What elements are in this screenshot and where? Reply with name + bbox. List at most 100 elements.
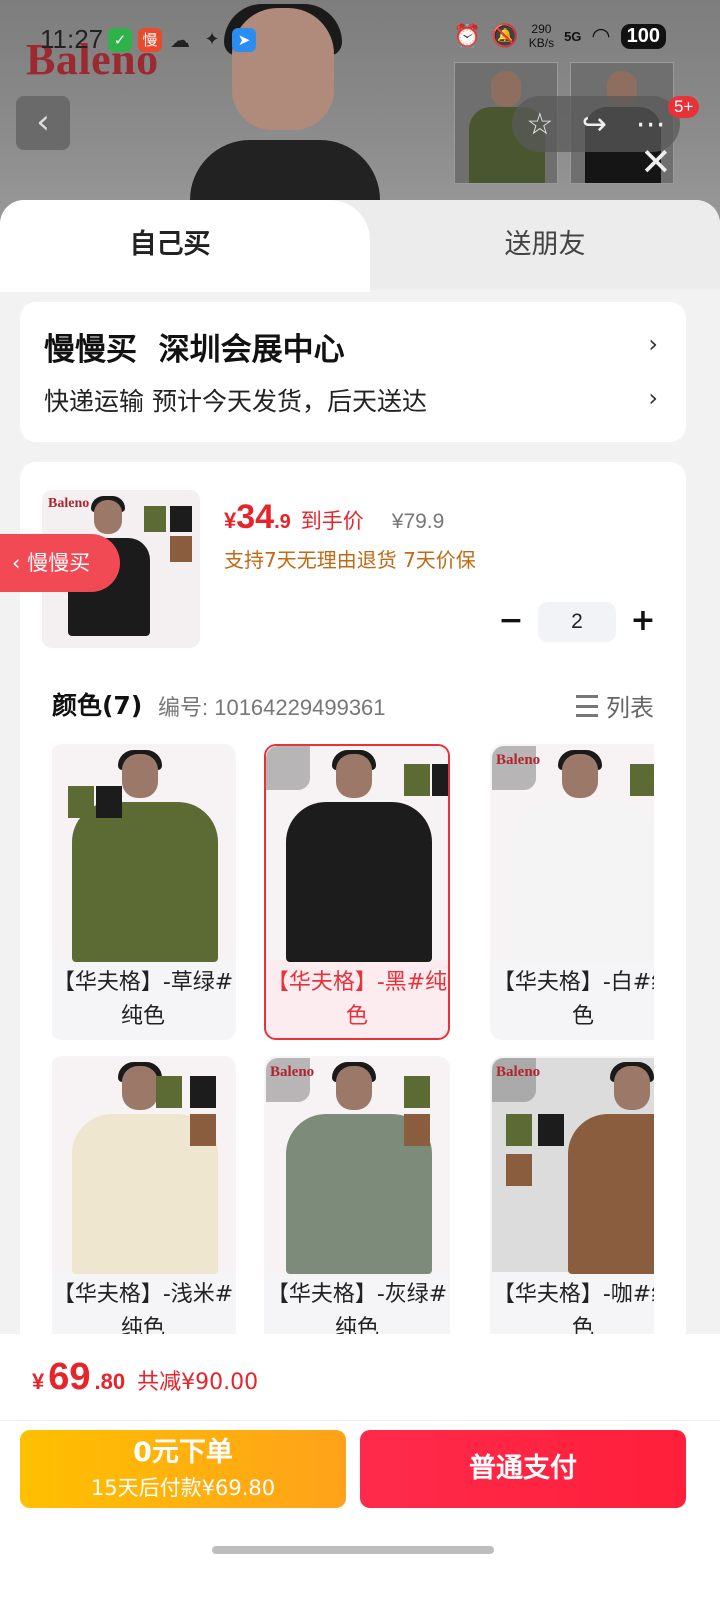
watermark: kimojidesu	[260, 474, 364, 499]
battery-indicator: 100	[620, 23, 666, 49]
checkout-bar: ¥69.80 共减¥90.00 0元下单 15天后付款¥69.80 普通支付	[0, 1334, 720, 1600]
mute-icon: 🔕	[491, 23, 519, 48]
zero-order-subtitle: 15天后付款¥69.80	[90, 1476, 276, 1500]
normal-pay-button[interactable]: 普通支付	[360, 1430, 686, 1508]
color-option-image	[52, 746, 234, 962]
option-brand-logo: Baleno	[496, 1064, 541, 1080]
chevron-right-icon[interactable]: ›	[648, 330, 658, 358]
total-saving: 共减¥90.00	[137, 1370, 259, 1395]
delivery-service: 慢慢买	[44, 332, 137, 368]
thumb-model-head	[491, 71, 521, 107]
tab-buy-for-self[interactable]: 自己买	[0, 200, 370, 292]
increase-button[interactable]: +	[628, 602, 658, 642]
total-price: ¥69.80 共减¥90.00	[32, 1356, 258, 1399]
color-option-image	[266, 746, 448, 962]
status-bar: 11:27 ✓ 慢 ☁ ✦ ➤ ⏰ 🔕 290 KB/s 5G ◠ 100	[0, 22, 720, 58]
close-icon[interactable]: ✕	[640, 140, 672, 184]
mini-swatch	[96, 786, 122, 818]
color-option-image: Baleno	[492, 1058, 654, 1274]
option-brand-logo: Baleno	[270, 1064, 315, 1080]
color-option-label: 【华夫格】-白#纯色	[492, 970, 654, 1029]
notification-badge: 5+	[668, 96, 700, 118]
chevron-left-icon: ‹	[12, 551, 21, 575]
color-options-grid: 【华夫格】-草绿#纯色 【华夫格】-黑#纯色 Baleno 【华夫格】-白# 色…	[52, 744, 654, 1344]
color-option[interactable]: Baleno 【华夫格】-白#纯色	[490, 744, 654, 1040]
status-right: ⏰ 🔕 290 KB/s 5G ◠ 100	[454, 22, 666, 50]
mini-swatch	[170, 536, 192, 562]
model-head	[562, 754, 598, 798]
divider	[0, 1420, 720, 1421]
model-shirt	[72, 802, 218, 962]
model-head	[614, 1066, 650, 1110]
delivery-address-row[interactable]: 慢慢买 深圳会展中心	[44, 324, 345, 369]
delivery-card: 慢慢买 深圳会展中心 › 快递运输 预计今天发货，后天送达 ›	[20, 302, 686, 442]
model-shirt	[286, 802, 432, 962]
network-speed: 290 KB/s	[528, 22, 555, 50]
color-option-label: 【华夫格】-黑#纯色	[266, 970, 448, 1029]
zero-order-title: 0元下单	[133, 1437, 233, 1468]
total-decimal: .80	[94, 1369, 126, 1394]
color-option-selected[interactable]: 【华夫格】-黑#纯色	[264, 744, 450, 1040]
color-section-title: 颜色(7)	[52, 691, 143, 720]
mini-swatch	[170, 506, 192, 532]
mini-swatch	[630, 764, 654, 796]
color-option[interactable]: Baleno 【华夫格】-灰绿#纯色	[264, 1056, 450, 1344]
mini-swatch	[432, 764, 448, 796]
quantity-value[interactable]: 2	[538, 602, 616, 642]
model-head	[94, 500, 122, 534]
model-head	[122, 1066, 158, 1110]
floating-back-tab[interactable]: ‹ 慢慢买	[0, 534, 120, 592]
total-currency: ¥	[32, 1369, 45, 1394]
home-indicator[interactable]	[212, 1546, 494, 1554]
mini-swatch	[404, 1076, 430, 1108]
share-icon[interactable]: ↪	[582, 107, 607, 142]
chevron-left-icon: ‹	[36, 102, 50, 142]
handshake-icon: ✦	[204, 29, 220, 50]
mini-swatch	[538, 1114, 564, 1146]
color-option[interactable]: 【华夫格】-浅米#纯色	[52, 1056, 236, 1344]
total-integer: 69	[48, 1356, 91, 1398]
zero-down-order-button[interactable]: 0元下单 15天后付款¥69.80	[20, 1430, 346, 1508]
zoom-corner-button[interactable]	[266, 746, 310, 790]
list-view-toggle[interactable]: 列表	[576, 688, 654, 723]
option-brand-logo: Baleno	[496, 752, 541, 768]
delivery-location: 深圳会展中心	[158, 332, 345, 368]
original-price: ¥79.9	[391, 510, 445, 533]
final-price: ¥34.9	[224, 498, 291, 536]
app-notification-icon: 慢	[138, 28, 162, 52]
model-head	[336, 1066, 372, 1110]
background-product-page: Baleno 11:27 ✓ 慢 ☁ ✦ ➤ ⏰ 🔕 290 KB/s 5G ◠ …	[0, 0, 720, 230]
model-shirt	[512, 802, 654, 962]
mini-swatch	[156, 1076, 182, 1108]
product-code: 编号: 10164229499361	[158, 695, 386, 720]
mini-swatch	[190, 1114, 216, 1146]
back-button[interactable]: ‹	[16, 96, 70, 150]
purchase-tabs: 自己买 送朋友	[0, 200, 720, 292]
mini-swatch	[506, 1154, 532, 1186]
wechat-icon: ☁	[170, 28, 190, 52]
color-option[interactable]: 【华夫格】-草绿#纯色	[52, 744, 236, 1040]
price-row: ¥34.9 到手价 ¥79.9	[224, 498, 444, 537]
final-price-label: 到手价	[300, 509, 364, 533]
model-shirt	[568, 1114, 654, 1274]
favorite-star-icon[interactable]: ☆	[526, 107, 553, 142]
mini-swatch	[404, 764, 430, 796]
signal-5g: 5G	[564, 28, 582, 44]
chevron-right-icon[interactable]: ›	[648, 384, 658, 412]
decrease-button[interactable]: −	[496, 602, 526, 642]
product-card: Baleno ¥34.9 到手价 ¥79.9 支持7天无理由退货 7天价保 − …	[20, 462, 686, 1462]
color-option-image: Baleno	[266, 1058, 448, 1274]
mini-swatch	[190, 1076, 216, 1108]
quantity-stepper: − 2 +	[496, 602, 658, 642]
tab-send-to-friend[interactable]: 送朋友	[370, 200, 720, 290]
list-icon	[576, 694, 598, 717]
more-icon[interactable]: ⋯	[636, 107, 666, 142]
floating-tab-label: 慢慢买	[27, 551, 91, 575]
mini-swatch	[144, 506, 166, 532]
mini-swatch	[404, 1114, 430, 1146]
color-option[interactable]: Baleno 【华夫格】-咖#纯色	[490, 1056, 654, 1344]
color-option-image	[52, 1058, 234, 1274]
shipping-info[interactable]: 快递运输 预计今天发货，后天送达	[44, 382, 427, 418]
wifi-icon: ◠	[591, 23, 611, 48]
list-view-label: 列表	[606, 694, 654, 722]
